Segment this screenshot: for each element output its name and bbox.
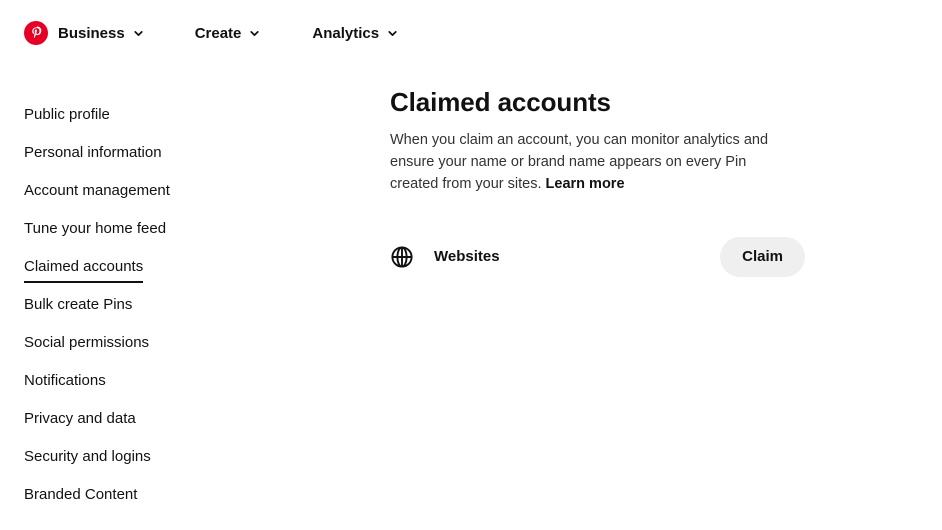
globe-icon — [390, 245, 414, 269]
sidebar-item-branded-content[interactable]: Branded Content — [24, 487, 390, 525]
sidebar-item-privacy-and-data[interactable]: Privacy and data — [24, 411, 390, 449]
page-description: When you claim an account, you can monit… — [390, 129, 790, 195]
chevron-down-icon — [132, 27, 145, 40]
sidebar-item-label: Branded Content — [24, 486, 138, 503]
sidebar-item-label: Tune your home feed — [24, 220, 167, 237]
page-title: Claimed accounts — [390, 87, 611, 117]
chevron-down-icon — [248, 27, 261, 40]
sidebar-item-bulk-create-pins[interactable]: Bulk create Pins — [24, 297, 390, 335]
nav-item-create-label: Create — [194, 24, 242, 42]
account-row-websites: Websites Claim — [390, 236, 805, 277]
nav-item-create[interactable]: Create — [195, 26, 262, 41]
sidebar-item-claimed-accounts[interactable]: Claimed accounts — [24, 259, 390, 297]
chevron-down-icon — [386, 27, 399, 40]
sidebar-item-label: Public profile — [24, 106, 110, 123]
claimed-accounts-panel: Claimed accounts When you claim an accou… — [390, 66, 942, 277]
sidebar-item-tune-your-home-feed[interactable]: Tune your home feed — [24, 221, 390, 259]
claim-button[interactable]: Claim — [720, 236, 805, 277]
top-navigation-bar: Business Create Analytics — [0, 0, 942, 66]
sidebar-item-label: Security and logins — [24, 448, 151, 465]
sidebar-item-label: Account management — [24, 182, 170, 199]
sidebar-item-account-management[interactable]: Account management — [24, 183, 390, 221]
sidebar-item-public-profile[interactable]: Public profile — [24, 107, 390, 145]
sidebar-item-label: Notifications — [24, 372, 106, 389]
sidebar-item-security-and-logins[interactable]: Security and logins — [24, 449, 390, 487]
nav-item-analytics[interactable]: Analytics — [312, 26, 399, 41]
sidebar-item-notifications[interactable]: Notifications — [24, 373, 390, 411]
sidebar-item-social-permissions[interactable]: Social permissions — [24, 335, 390, 373]
sidebar-item-label: Bulk create Pins — [24, 296, 133, 313]
sidebar-item-label: Privacy and data — [24, 410, 136, 427]
settings-sidebar: Public profile Personal information Acco… — [0, 66, 390, 525]
sidebar-item-label: Claimed accounts — [24, 259, 144, 283]
nav-item-analytics-label: Analytics — [312, 24, 380, 42]
learn-more-link[interactable]: Learn more — [546, 176, 625, 192]
sidebar-item-personal-information[interactable]: Personal information — [24, 145, 390, 183]
pinterest-logo-icon[interactable] — [24, 21, 48, 45]
nav-item-business-label: Business — [58, 24, 125, 42]
account-row-label: Websites — [434, 248, 500, 266]
sidebar-item-label: Social permissions — [24, 334, 150, 351]
nav-item-business[interactable]: Business — [58, 26, 145, 41]
sidebar-item-label: Personal information — [24, 144, 162, 161]
page-content: Public profile Personal information Acco… — [0, 66, 942, 525]
